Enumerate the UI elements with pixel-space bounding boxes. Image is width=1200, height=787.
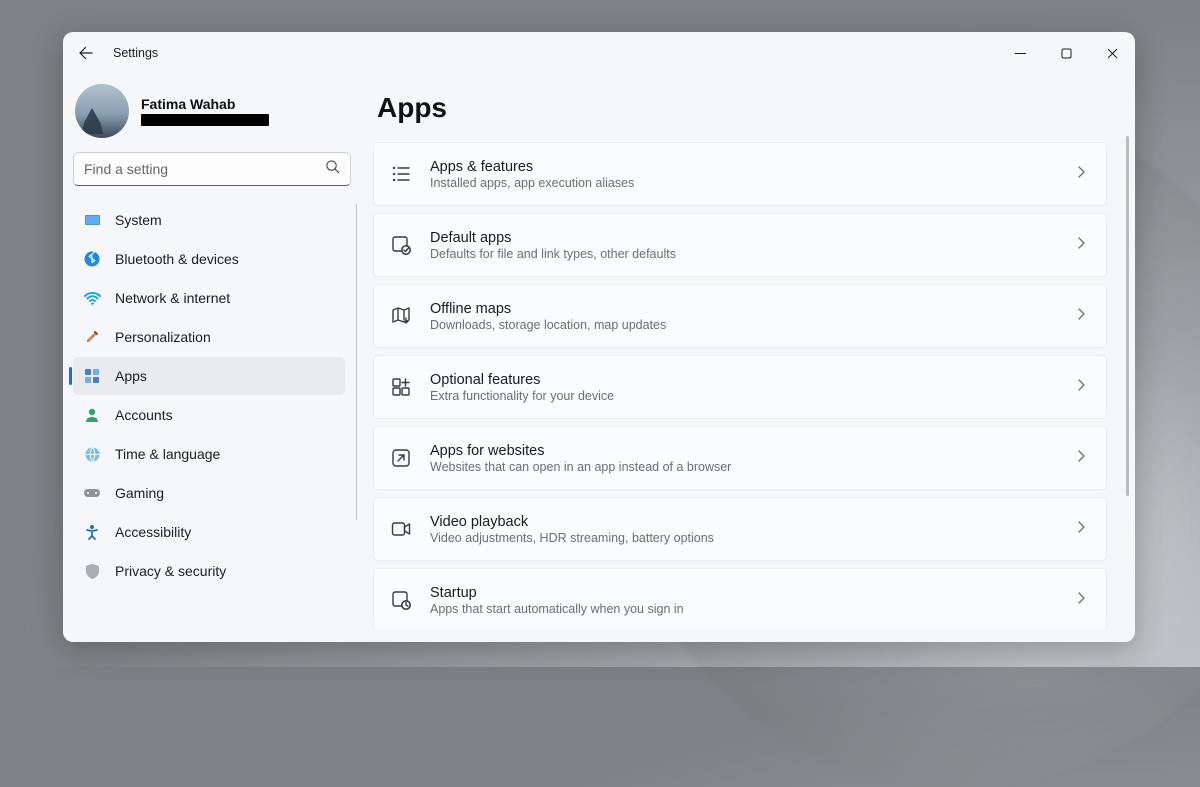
- item-subtitle: Extra functionality for your device: [430, 389, 1074, 403]
- back-arrow-icon: [78, 45, 94, 61]
- chevron-right-icon: [1074, 378, 1088, 397]
- sidebar-item-label: Accounts: [115, 407, 173, 423]
- item-subtitle: Video adjustments, HDR streaming, batter…: [430, 531, 1074, 545]
- sidebar-item-label: Personalization: [115, 329, 211, 345]
- chevron-right-icon: [1074, 449, 1088, 468]
- settings-item-list: Apps & features Installed apps, app exec…: [373, 142, 1127, 632]
- item-subtitle: Apps that start automatically when you s…: [430, 602, 1074, 616]
- item-title: Video playback: [430, 514, 1074, 530]
- item-title: Default apps: [430, 230, 1074, 246]
- bluetooth-icon: [83, 250, 101, 268]
- item-apps-features[interactable]: Apps & features Installed apps, app exec…: [373, 142, 1107, 206]
- map-download-icon: [388, 303, 414, 329]
- window-body: Fatima Wahab System: [63, 74, 1135, 642]
- profile-text: Fatima Wahab: [141, 96, 269, 126]
- sidebar-item-label: Apps: [115, 368, 147, 384]
- maximize-icon: [1061, 48, 1072, 59]
- search-input[interactable]: [84, 161, 325, 177]
- sidebar-item-apps[interactable]: Apps: [73, 357, 345, 395]
- item-subtitle: Installed apps, app execution aliases: [430, 176, 1074, 190]
- avatar: [75, 84, 129, 138]
- open-link-icon: [388, 445, 414, 471]
- sidebar-item-label: System: [115, 212, 162, 228]
- scrollbar-thumb[interactable]: [1126, 136, 1129, 496]
- item-title: Optional features: [430, 372, 1074, 388]
- search-wrap: [67, 152, 357, 200]
- list-icon: [388, 161, 414, 187]
- grid-plus-icon: [388, 374, 414, 400]
- titlebar-left: Settings: [77, 44, 158, 62]
- sidebar-nav: System Bluetooth & devices Network & int…: [67, 200, 357, 591]
- gamepad-icon: [83, 484, 101, 502]
- item-subtitle: Websites that can open in an app instead…: [430, 460, 1074, 474]
- item-title: Startup: [430, 585, 1074, 601]
- sidebar-item-label: Network & internet: [115, 290, 230, 306]
- chevron-right-icon: [1074, 165, 1088, 184]
- item-video-playback[interactable]: Video playback Video adjustments, HDR st…: [373, 497, 1107, 561]
- item-optional-features[interactable]: Optional features Extra functionality fo…: [373, 355, 1107, 419]
- page-title: Apps: [373, 78, 1127, 142]
- back-button[interactable]: [77, 44, 95, 62]
- main-scrollbar[interactable]: [1126, 136, 1129, 636]
- globe-clock-icon: [83, 445, 101, 463]
- sidebar-item-privacy[interactable]: Privacy & security: [73, 552, 345, 590]
- main-content: Apps Apps & features Installed apps, app…: [361, 74, 1135, 642]
- item-subtitle: Defaults for file and link types, other …: [430, 247, 1074, 261]
- sidebar-item-network[interactable]: Network & internet: [73, 279, 345, 317]
- search-box[interactable]: [73, 152, 351, 186]
- minimize-button[interactable]: [997, 32, 1043, 74]
- sidebar: Fatima Wahab System: [63, 74, 361, 642]
- person-icon: [83, 406, 101, 424]
- shield-icon: [83, 562, 101, 580]
- item-title: Apps & features: [430, 159, 1074, 175]
- sidebar-item-gaming[interactable]: Gaming: [73, 474, 345, 512]
- chevron-right-icon: [1074, 307, 1088, 326]
- sidebar-item-label: Gaming: [115, 485, 164, 501]
- profile-email-redacted: [141, 114, 269, 126]
- settings-window: Settings Fatima Wahab: [63, 32, 1135, 642]
- sidebar-scroll-indicator: [356, 204, 357, 520]
- apps-icon: [83, 367, 101, 385]
- item-startup[interactable]: Startup Apps that start automatically wh…: [373, 568, 1107, 632]
- video-icon: [388, 516, 414, 542]
- chevron-right-icon: [1074, 236, 1088, 255]
- sidebar-item-system[interactable]: System: [73, 201, 345, 239]
- sidebar-item-accessibility[interactable]: Accessibility: [73, 513, 345, 551]
- profile-block[interactable]: Fatima Wahab: [67, 78, 357, 152]
- minimize-icon: [1015, 48, 1026, 59]
- sidebar-item-label: Accessibility: [115, 524, 191, 540]
- item-title: Offline maps: [430, 301, 1074, 317]
- item-subtitle: Downloads, storage location, map updates: [430, 318, 1074, 332]
- item-default-apps[interactable]: Default apps Defaults for file and link …: [373, 213, 1107, 277]
- maximize-button[interactable]: [1043, 32, 1089, 74]
- display-icon: [83, 211, 101, 229]
- sidebar-item-bluetooth[interactable]: Bluetooth & devices: [73, 240, 345, 278]
- sidebar-item-time-language[interactable]: Time & language: [73, 435, 345, 473]
- default-apps-icon: [388, 232, 414, 258]
- startup-icon: [388, 587, 414, 613]
- search-icon: [325, 159, 340, 179]
- sidebar-item-label: Time & language: [115, 446, 220, 462]
- item-apps-for-websites[interactable]: Apps for websites Websites that can open…: [373, 426, 1107, 490]
- sidebar-item-label: Privacy & security: [115, 563, 226, 579]
- profile-name: Fatima Wahab: [141, 96, 269, 112]
- titlebar: Settings: [63, 32, 1135, 74]
- accessibility-icon: [83, 523, 101, 541]
- app-title: Settings: [113, 46, 158, 60]
- close-icon: [1107, 48, 1118, 59]
- paintbrush-icon: [83, 328, 101, 346]
- sidebar-item-accounts[interactable]: Accounts: [73, 396, 345, 434]
- wifi-icon: [83, 289, 101, 307]
- item-offline-maps[interactable]: Offline maps Downloads, storage location…: [373, 284, 1107, 348]
- window-controls: [997, 32, 1135, 74]
- item-title: Apps for websites: [430, 443, 1074, 459]
- chevron-right-icon: [1074, 520, 1088, 539]
- close-button[interactable]: [1089, 32, 1135, 74]
- sidebar-item-label: Bluetooth & devices: [115, 251, 239, 267]
- sidebar-item-personalization[interactable]: Personalization: [73, 318, 345, 356]
- chevron-right-icon: [1074, 591, 1088, 610]
